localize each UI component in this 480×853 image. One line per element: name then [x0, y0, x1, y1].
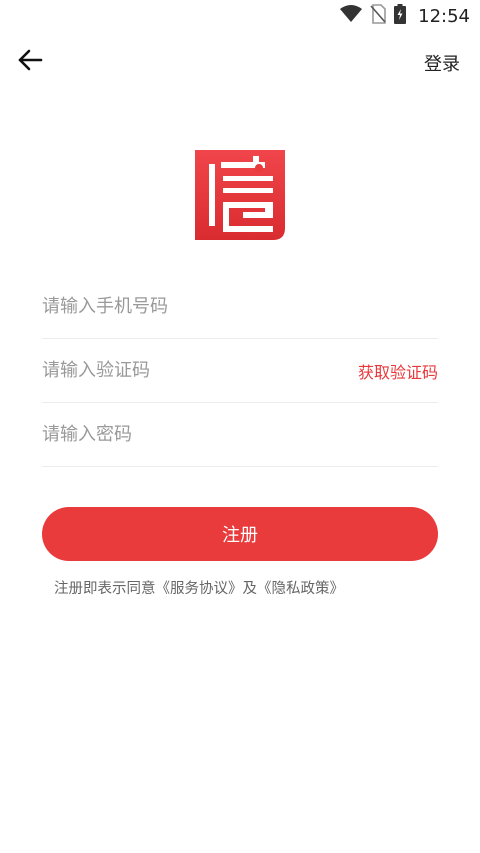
agreement-prefix: 注册即表示同意 [54, 581, 156, 597]
get-code-button[interactable]: 获取验证码 [349, 358, 438, 383]
code-field-row: 获取验证码 [42, 339, 438, 403]
privacy-policy-link[interactable]: 《隐私政策》 [257, 581, 344, 597]
password-field-row [42, 403, 438, 467]
arrow-left-icon [17, 49, 43, 75]
top-nav: 登录 [0, 40, 480, 84]
agreement-text: 注册即表示同意《服务协议》及《隐私政策》 [54, 577, 344, 598]
service-agreement-link[interactable]: 《服务协议》 [156, 581, 243, 597]
no-sim-icon [370, 4, 386, 28]
app-logo-icon [195, 150, 285, 240]
wifi-icon [340, 5, 363, 27]
battery-charging-icon [394, 4, 407, 28]
status-bar: 12:54 [0, 0, 480, 32]
password-input[interactable] [42, 403, 438, 466]
status-time: 12:54 [418, 5, 470, 27]
agreement-connector: 及 [242, 581, 258, 597]
status-icons: 12:54 [340, 4, 470, 28]
register-form: 获取验证码 [42, 275, 438, 467]
back-button[interactable] [14, 46, 46, 78]
phone-field-row [42, 275, 438, 339]
phone-input[interactable] [42, 275, 438, 338]
register-button[interactable]: 注册 [42, 507, 438, 561]
login-link[interactable]: 登录 [424, 50, 460, 76]
